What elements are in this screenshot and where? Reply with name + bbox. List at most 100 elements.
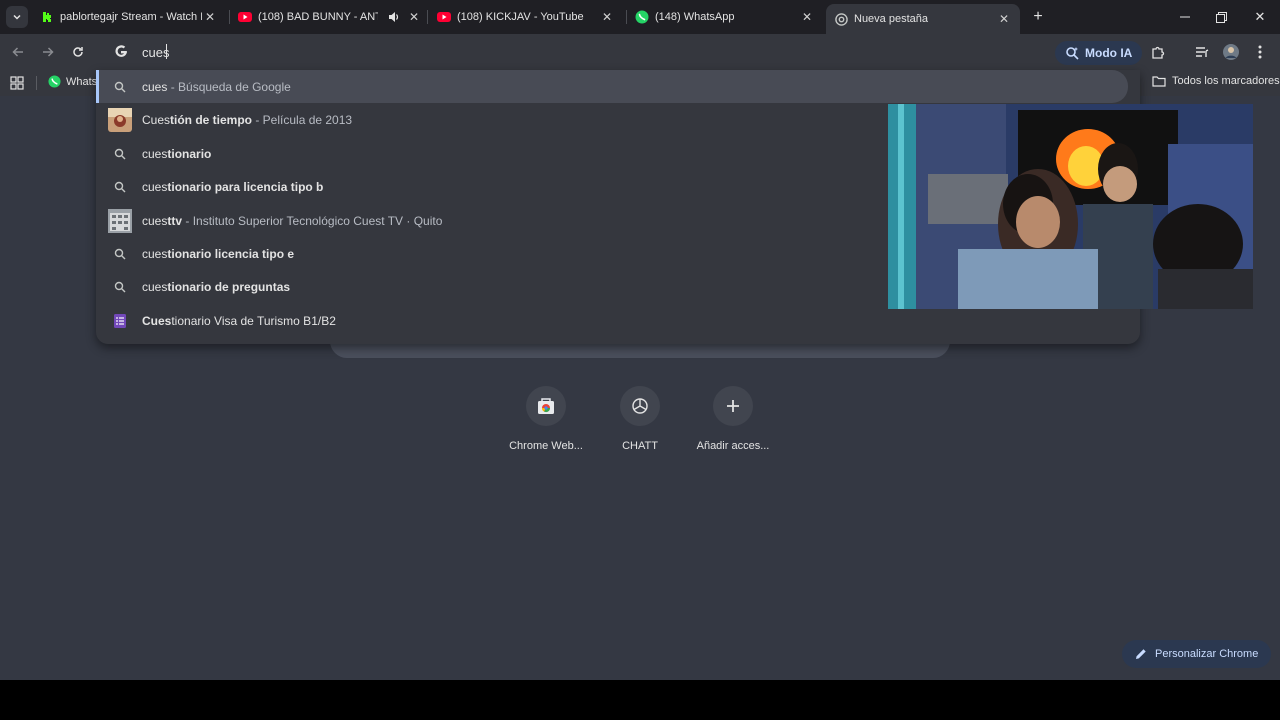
- youtube-icon: [437, 10, 451, 24]
- new-tab-plus-icon[interactable]: +: [1030, 8, 1046, 25]
- media-control-icon[interactable]: [1192, 42, 1212, 62]
- close-icon[interactable]: ✕: [599, 9, 615, 25]
- close-icon[interactable]: ✕: [406, 9, 422, 25]
- pencil-icon: [1136, 649, 1146, 659]
- close-icon[interactable]: ✕: [202, 9, 218, 25]
- reload-icon[interactable]: [68, 42, 88, 62]
- suggestion-typed: cues: [142, 146, 168, 161]
- webcam-scene: [888, 104, 1253, 309]
- suggestion-completion: tionario licencia tipo e: [167, 246, 295, 261]
- suggestion-text: cues - Búsqueda de Google: [142, 80, 291, 94]
- suggestion-description: - Película de 2013: [252, 112, 353, 127]
- tab-whatsapp[interactable]: (148) WhatsApp ✕: [629, 0, 821, 34]
- suggestion-text: cuestionario para licencia tipo b: [142, 180, 323, 194]
- suggestion-typed: cues: [142, 279, 168, 294]
- search-icon: [108, 275, 132, 299]
- tab-separator: [229, 10, 230, 24]
- forward-arrow-icon[interactable]: [38, 42, 58, 62]
- shortcut-label: Chrome Web...: [509, 440, 583, 452]
- suggestion-typed: cues: [142, 213, 168, 228]
- webcam-video-overlay: [888, 104, 1253, 309]
- shortcut-label: Añadir acces...: [696, 440, 770, 452]
- black-letterbox-bar: [0, 680, 1280, 720]
- close-icon[interactable]: ✕: [996, 11, 1012, 27]
- search-icon: [108, 175, 132, 199]
- shortcut-add[interactable]: Añadir acces...: [688, 386, 778, 452]
- building-thumbnail: [108, 208, 132, 233]
- shortcut-label: CHATT: [622, 440, 658, 452]
- google-g-icon: [115, 45, 127, 57]
- suggestion-text: cuesttv - Instituto Superior Tecnológico…: [142, 214, 442, 228]
- tab-kickjav[interactable]: (108) KICKJAV - YouTube ✕: [431, 0, 621, 34]
- extensions-icon[interactable]: [1148, 42, 1168, 62]
- all-bookmarks-button[interactable]: Todos los marcadores: [1152, 75, 1280, 87]
- speaker-icon[interactable]: [386, 9, 402, 25]
- text-caret: [166, 44, 167, 59]
- tab-separator: [626, 10, 627, 24]
- shortcut-circle: [713, 386, 753, 426]
- whatsapp-icon: [635, 10, 649, 24]
- chrome-web-store-icon: [538, 398, 554, 414]
- customize-chrome-button[interactable]: Personalizar Chrome: [1122, 640, 1272, 668]
- suggestion-completion: ttv: [167, 213, 183, 228]
- suggestion-description: - Búsqueda de Google: [167, 79, 291, 94]
- tab-strip: pablortegajr Stream - Watch Live ✕ (108)…: [0, 0, 1280, 34]
- search-icon: [108, 75, 132, 99]
- close-window-icon[interactable]: ✕: [1251, 8, 1269, 26]
- plus-icon: [727, 400, 739, 412]
- suggestion-text: Cuestionario Visa de Turismo B1/B2: [142, 314, 336, 328]
- suggestion-typed: Cues: [142, 313, 172, 328]
- suggestion-completion: tionario: [167, 146, 212, 161]
- suggestion-text: cuestionario licencia tipo e: [142, 247, 294, 261]
- restore-icon[interactable]: [1212, 8, 1230, 26]
- suggestion-completion: tión de tiempo: [170, 112, 253, 127]
- tab-separator: [427, 10, 428, 24]
- tab-title: Nueva pestaña: [854, 13, 928, 25]
- shortcut-circle: [526, 386, 566, 426]
- bookmark-separator: [36, 76, 37, 90]
- suggestion-item[interactable]: cues - Búsqueda de Google: [96, 70, 1128, 103]
- shortcut-chatt[interactable]: CHATT: [595, 386, 685, 452]
- chrome-icon: [834, 12, 848, 26]
- customize-label: Personalizar Chrome: [1155, 648, 1259, 660]
- apps-grid-icon[interactable]: [10, 76, 24, 90]
- shortcut-chrome-web-store[interactable]: Chrome Web...: [501, 386, 591, 452]
- bookmark-whatsapp[interactable]: Whats: [48, 75, 97, 88]
- minimize-icon[interactable]: [1176, 8, 1194, 26]
- movie-thumbnail: [108, 107, 132, 132]
- bookmark-label: Whats: [66, 75, 98, 88]
- search-icon: [108, 142, 132, 166]
- omnibox[interactable]: cues: [96, 38, 1140, 66]
- suggestion-typed: Cues: [142, 112, 171, 127]
- suggestion-description: - Instituto Superior Tecnológico Cuest T…: [182, 213, 443, 228]
- suggestion-typed: cues: [142, 179, 168, 194]
- youtube-icon: [238, 10, 252, 24]
- search-icon: [108, 242, 132, 266]
- openai-icon: [632, 398, 648, 414]
- all-bookmarks-label: Todos los marcadores: [1172, 75, 1280, 87]
- tab-title: (108) BAD BUNNY - ANTES: [258, 11, 378, 23]
- back-arrow-icon[interactable]: [8, 42, 28, 62]
- folder-icon: [1152, 76, 1166, 87]
- forms-icon: [108, 309, 132, 333]
- suggestion-completion: tionario de preguntas: [167, 279, 291, 294]
- tab-title: (148) WhatsApp: [655, 11, 735, 23]
- suggestion-text: Cuestión de tiempo - Película de 2013: [142, 113, 352, 127]
- close-icon[interactable]: ✕: [799, 9, 815, 25]
- tab-kick-stream[interactable]: pablortegajr Stream - Watch Live ✕: [34, 0, 224, 34]
- tab-bad-bunny[interactable]: (108) BAD BUNNY - ANTES ✕: [232, 0, 422, 34]
- kick-icon: [40, 10, 54, 24]
- tab-new-tab[interactable]: Nueva pestaña ✕: [826, 4, 1020, 34]
- profile-avatar[interactable]: [1221, 42, 1241, 62]
- suggestion-completion: tionario Visa de Turismo B1/B2: [171, 313, 336, 328]
- whatsapp-icon: [48, 75, 61, 88]
- tab-title: pablortegajr Stream - Watch Live: [60, 11, 202, 23]
- suggestion-query: cues: [142, 79, 168, 94]
- suggestion-completion: tionario para licencia tipo b: [167, 179, 324, 194]
- suggestion-text: cuestionario: [142, 147, 211, 161]
- suggestion-text: cuestionario de preguntas: [142, 280, 290, 294]
- menu-kebab-icon[interactable]: [1250, 42, 1270, 62]
- shortcut-circle: [620, 386, 660, 426]
- tab-search-button[interactable]: [6, 6, 28, 28]
- tab-title: (108) KICKJAV - YouTube: [457, 11, 584, 23]
